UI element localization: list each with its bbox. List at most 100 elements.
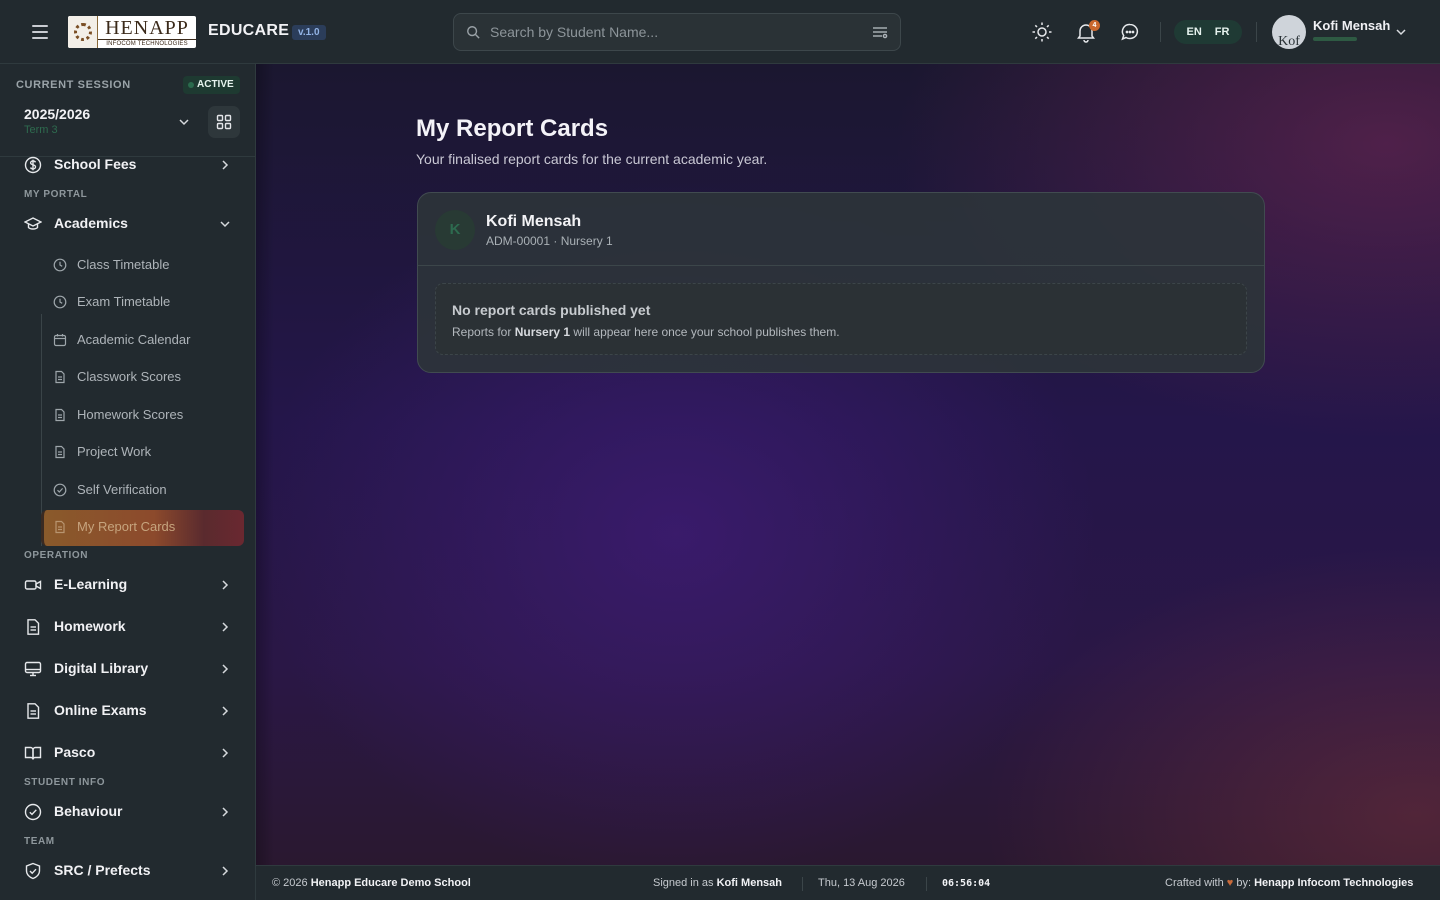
sidebar-item-label: Online Exams: [54, 702, 147, 718]
search-input[interactable]: [490, 14, 860, 50]
empty-state-description: Reports for Nursery 1 will appear here o…: [452, 325, 840, 339]
chevron-right-icon: [222, 807, 229, 817]
empty-desc-class: Nursery 1: [514, 325, 571, 339]
sidebar-subitem-my-report-cards[interactable]: My Report Cards: [41, 510, 244, 546]
chevron-right-icon: [222, 580, 229, 590]
user-name[interactable]: Kofi Mensah: [1313, 18, 1390, 33]
search-bar: [453, 13, 901, 51]
chevron-right-icon: [222, 866, 229, 876]
chevron-down-icon[interactable]: [177, 115, 191, 129]
sidebar-subitem-academic-calendar[interactable]: Academic Calendar: [41, 323, 244, 357]
lang-en-button[interactable]: EN: [1183, 24, 1206, 40]
company-name: Henapp Infocom Technologies: [1254, 877, 1414, 889]
sidebar-item-school-fees[interactable]: School Fees: [16, 147, 240, 183]
sidebar-item-label: Homework: [54, 618, 126, 634]
chevron-right-icon: [222, 622, 229, 632]
sidebar-item-label: SRC / Prefects: [54, 862, 151, 878]
hamburger-line: [32, 25, 48, 27]
main-edge-shadow: [256, 64, 274, 865]
sun-icon[interactable]: [1031, 21, 1053, 43]
section-label-student-info: STUDENT INFO: [24, 777, 106, 788]
document-icon: [27, 619, 40, 635]
filter-icon[interactable]: [872, 25, 888, 39]
session-year[interactable]: 2025/2026: [24, 106, 90, 122]
signed-prefix: Signed in as: [653, 877, 717, 889]
footer-copyright: © 2026 Henapp Educare Demo School: [272, 877, 471, 889]
chevron-down-icon[interactable]: [1394, 25, 1408, 39]
sidebar-item-online-exams[interactable]: Online Exams: [16, 693, 240, 729]
sidebar-subitem-label: Homework Scores: [77, 407, 184, 422]
book-open-icon: [24, 746, 42, 760]
section-label-team: TEAM: [24, 836, 55, 847]
session-label: CURRENT SESSION: [16, 79, 131, 91]
sidebar-subitem-label: My Report Cards: [77, 519, 176, 534]
check-circle-icon: [53, 483, 67, 497]
document-icon: [55, 408, 65, 422]
signed-user: Kofi Mensah: [716, 877, 783, 889]
empty-state: No report cards published yet Reports fo…: [435, 283, 1247, 355]
section-label-operation: OPERATION: [24, 550, 89, 561]
sidebar-subitem-label: Self Verification: [77, 482, 167, 497]
document-icon: [55, 445, 65, 459]
report-card-panel: K Kofi Mensah ADM-00001 · Nursery 1 No r…: [417, 192, 1265, 373]
shield-check-icon: [25, 862, 41, 880]
copyright-prefix: © 2026: [272, 877, 311, 889]
chevron-down-icon: [220, 221, 230, 228]
crafted-mid: by:: [1233, 877, 1255, 889]
sidebar-item-label: Behaviour: [54, 803, 123, 819]
section-label-my-portal: MY PORTAL: [24, 189, 88, 200]
footer-signed-in: Signed in as Kofi Mensah: [653, 877, 782, 889]
sidebar-subitem-classwork-scores[interactable]: Classwork Scores: [41, 360, 244, 394]
sidebar-item-homework[interactable]: Homework: [16, 609, 240, 645]
sidebar-subitem-exam-timetable[interactable]: Exam Timetable: [41, 285, 244, 319]
student-avatar: K: [435, 210, 475, 250]
sidebar-subitem-class-timetable[interactable]: Class Timetable: [41, 248, 244, 282]
sidebar-subitem-project-work[interactable]: Project Work: [41, 435, 244, 469]
sidebar-item-digital-library[interactable]: Digital Library: [16, 651, 240, 687]
empty-desc-suffix: will appear here once your school publis…: [570, 325, 840, 339]
sidebar-subitem-homework-scores[interactable]: Homework Scores: [41, 398, 244, 432]
sidebar-subitem-label: Exam Timetable: [77, 294, 171, 309]
hamburger-line: [32, 31, 48, 33]
sidebar-subitem-label: Academic Calendar: [77, 332, 191, 347]
sidebar-item-behaviour[interactable]: Behaviour: [16, 794, 240, 830]
logo-mark-icon: [68, 16, 98, 48]
active-status-badge: ACTIVE: [183, 76, 240, 94]
calendar-icon: [53, 334, 67, 347]
language-switcher: EN FR: [1174, 20, 1242, 44]
document-icon: [55, 370, 65, 384]
user-avatar[interactable]: Kof: [1272, 15, 1306, 49]
lang-fr-button[interactable]: FR: [1211, 24, 1234, 40]
sidebar-item-pasco[interactable]: Pasco: [16, 735, 240, 771]
search-icon: [467, 26, 480, 39]
sidebar-item-e-learning[interactable]: E-Learning: [16, 567, 240, 603]
app-name: EDUCARE: [208, 22, 290, 39]
footer-clock: 06:56:04: [942, 878, 991, 889]
notification-count-badge: 4: [1089, 20, 1100, 31]
chevron-right-icon: [222, 160, 229, 170]
footer-divider: [802, 877, 803, 891]
logo-small-text: INFOCOM TECHNOLOGIES: [106, 40, 188, 47]
footer: © 2026 Henapp Educare Demo School Signed…: [256, 865, 1440, 900]
henapp-logo[interactable]: HENAPP INFOCOM TECHNOLOGIES: [68, 16, 196, 48]
student-name: Kofi Mensah: [486, 213, 582, 230]
check-circle-icon: [24, 803, 42, 821]
version-badge: v.1.0: [292, 25, 326, 40]
page-title: My Report Cards: [416, 115, 609, 142]
logo-big-text: HENAPP: [98, 18, 196, 40]
menu-toggle-button[interactable]: [28, 22, 52, 42]
student-header: K Kofi Mensah ADM-00001 · Nursery 1: [418, 193, 1264, 266]
sidebar-item-src-prefects[interactable]: SRC / Prefects: [16, 853, 240, 889]
monitor-icon: [24, 661, 42, 677]
sidebar-subitem-self-verification[interactable]: Self Verification: [41, 473, 244, 507]
sidebar-subitem-label: Class Timetable: [77, 257, 170, 272]
sidebar-item-label: Digital Library: [54, 660, 149, 676]
sidebar-item-academics[interactable]: Academics: [16, 206, 240, 242]
session-selector: CURRENT SESSION ACTIVE 2025/2026 Term 3: [0, 64, 255, 157]
hamburger-line: [32, 37, 48, 39]
chevron-right-icon: [222, 706, 229, 716]
chat-icon[interactable]: [1119, 21, 1141, 43]
apps-grid-button[interactable]: [208, 106, 240, 138]
sidebar-subitem-label: Project Work: [77, 444, 152, 459]
sidebar-item-label: Academics: [54, 215, 128, 231]
